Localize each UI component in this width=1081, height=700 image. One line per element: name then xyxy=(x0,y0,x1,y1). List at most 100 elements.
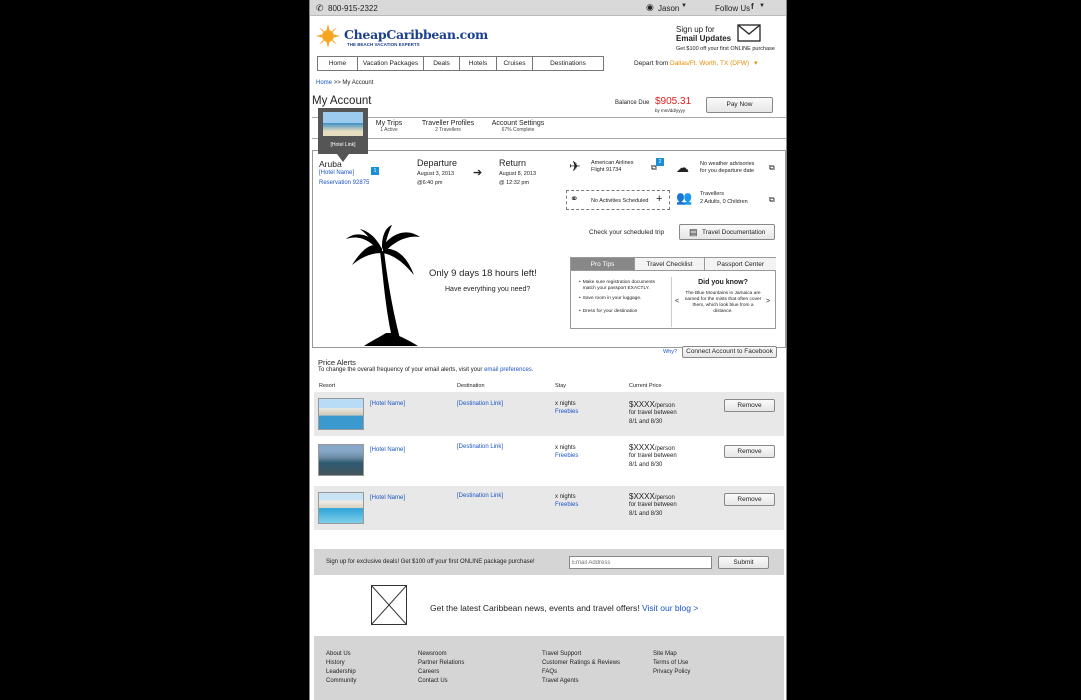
footer-link[interactable]: Partner Relations xyxy=(418,659,464,668)
footer-link[interactable]: Community xyxy=(326,677,356,686)
price-amount: $XXXX xyxy=(629,400,655,409)
activities-box[interactable]: ⚭ No Activities Scheduled + xyxy=(566,190,670,210)
price-per: /person xyxy=(654,403,675,409)
tab-sub: 1 Active xyxy=(380,127,398,133)
footer-link[interactable]: Contact Us xyxy=(418,677,464,686)
weather-line2: for you departure date xyxy=(700,168,755,174)
why-link[interactable]: Why? xyxy=(663,349,677,355)
tab-label: Account Settings xyxy=(491,120,545,127)
plus-icon[interactable]: + xyxy=(656,193,662,205)
nav-vacation-packages[interactable]: Vacation Packages xyxy=(358,57,424,70)
tab-pro-tips[interactable]: Pro Tips xyxy=(571,258,635,271)
chevron-down-icon[interactable]: ▼ xyxy=(759,3,765,9)
connect-facebook-button[interactable]: Connect Account to Facebook xyxy=(682,346,777,358)
footer-link[interactable]: Terms of Use xyxy=(653,659,690,668)
footer-link[interactable]: Site Map xyxy=(653,650,690,659)
trip-hotel-link[interactable]: [Hotel Name] xyxy=(319,170,354,176)
destination-link[interactable]: [Destination Link] xyxy=(457,444,503,450)
signup-offer: Get $100 off your first ONLINE purchase xyxy=(676,46,775,52)
footer-link[interactable]: History xyxy=(326,659,356,668)
facebook-icon[interactable]: f xyxy=(751,2,754,11)
price-line2: 8/1 and 8/30 xyxy=(629,419,663,425)
footer-link[interactable]: Leadership xyxy=(326,668,356,677)
sun-logo-icon[interactable] xyxy=(316,24,340,48)
external-link-icon[interactable]: ⧉ xyxy=(769,195,775,205)
newsletter-text: Sign up for exclusive deals! Get $100 of… xyxy=(326,559,535,565)
footer-link[interactable]: Privacy Policy xyxy=(653,668,690,677)
nav-destinations[interactable]: Destinations xyxy=(533,57,603,70)
follow-us[interactable]: Follow Us xyxy=(715,4,750,13)
travel-documentation-button[interactable]: ▤ Travel Documentation xyxy=(679,224,775,240)
tab-travel-checklist[interactable]: Travel Checklist xyxy=(635,258,705,271)
footer-link[interactable]: About Us xyxy=(326,650,356,659)
breadcrumb-separator: >> xyxy=(333,80,341,86)
reservation-number[interactable]: Reservation 92875 xyxy=(319,180,369,186)
table-row: [Hotel Name] [Destination Link] x nights… xyxy=(314,486,784,530)
submit-button[interactable]: Submit xyxy=(718,556,769,569)
email-input[interactable] xyxy=(569,556,712,569)
signup-line2[interactable]: Email Updates xyxy=(676,34,731,43)
tip-item: • Save room in your luggage. xyxy=(579,296,642,301)
tip-item: • Make sure registration documents match … xyxy=(579,280,659,292)
tab-sub: 67% Complete xyxy=(501,127,535,133)
hotel-name-link[interactable]: [Hotel Name] xyxy=(370,447,405,453)
phone-number[interactable]: 800-915-2322 xyxy=(328,4,378,13)
footer-link[interactable]: Customer Ratings & Reviews xyxy=(542,659,620,668)
price-alerts-title: Price Alerts xyxy=(318,358,356,367)
depart-select[interactable]: Dallas/Ft. Worth, TX (DFW) xyxy=(670,60,749,67)
nav-cruises[interactable]: Cruises xyxy=(497,57,533,70)
price-per: /person xyxy=(654,446,675,452)
nav-home[interactable]: Home xyxy=(318,57,358,70)
user-menu[interactable]: Jason xyxy=(658,4,679,13)
chevron-down-icon[interactable]: ▼ xyxy=(681,3,687,9)
envelope-icon[interactable] xyxy=(737,24,761,42)
activities-text: No Activities Scheduled xyxy=(591,198,649,204)
tab-passport-center[interactable]: Passport Center xyxy=(705,258,776,271)
pay-now-button[interactable]: Pay Now xyxy=(706,97,773,113)
return-time: @ 12:32 pm xyxy=(499,180,530,186)
chevron-down-icon[interactable]: ▾ xyxy=(754,59,758,67)
price-line2: 8/1 and 8/30 xyxy=(629,462,663,468)
chevron-right-icon[interactable]: > xyxy=(766,298,770,305)
footer-link[interactable]: Newsroom xyxy=(418,650,464,659)
footer-link[interactable]: FAQs xyxy=(542,668,620,677)
logo[interactable]: CheapCaribbean.com xyxy=(344,27,488,42)
footer-link[interactable]: Travel Support xyxy=(542,650,620,659)
blog-link[interactable]: Visit our blog > xyxy=(642,603,698,613)
tab-account-settings[interactable]: Account Settings 67% Complete xyxy=(488,120,548,133)
nav-hotels[interactable]: Hotels xyxy=(460,57,497,70)
top-bar: ✆ 800-915-2322 ◉ Jason ▼ Follow Us f ▼ xyxy=(310,0,786,16)
freebies-link[interactable]: Freebies xyxy=(555,502,578,508)
nav-deals[interactable]: Deals xyxy=(424,57,460,70)
resort-thumbnail[interactable] xyxy=(318,398,364,430)
breadcrumb-home[interactable]: Home xyxy=(316,80,332,86)
email-preferences-link[interactable]: email preferences. xyxy=(484,367,533,373)
footer-link[interactable]: Travel Agents xyxy=(542,677,620,686)
hotel-name-link[interactable]: [Hotel Name] xyxy=(370,495,405,501)
tab-traveller-profiles[interactable]: Traveller Profiles 2 Travellers xyxy=(418,120,478,133)
travellers-label: Travellers xyxy=(700,191,724,197)
departure-time: @6:40 pm xyxy=(417,180,443,186)
remove-button[interactable]: Remove xyxy=(724,493,775,506)
hotel-popup[interactable]: [Hotel Link] xyxy=(318,108,368,154)
freebies-link[interactable]: Freebies xyxy=(555,453,578,459)
destination-link[interactable]: [Destination Link] xyxy=(457,401,503,407)
chevron-left-icon[interactable]: < xyxy=(675,298,679,305)
destination-link[interactable]: [Destination Link] xyxy=(457,493,503,499)
price-line1: for travel between xyxy=(629,410,677,416)
table-row: [Hotel Name] [Destination Link] x nights… xyxy=(314,438,784,482)
user-icon: ◉ xyxy=(646,2,654,12)
cloud-icon: ☁ xyxy=(676,160,689,175)
remove-button[interactable]: Remove xyxy=(724,399,775,412)
freebies-link[interactable]: Freebies xyxy=(555,409,578,415)
footer-link[interactable]: Careers xyxy=(418,668,464,677)
resort-thumbnail[interactable] xyxy=(318,492,364,524)
trip-destination: Aruba xyxy=(319,159,342,169)
hotel-link[interactable]: [Hotel Link] xyxy=(318,142,368,148)
external-link-icon[interactable]: ⧉ xyxy=(769,163,775,173)
tab-my-trips[interactable]: My Trips 1 Active xyxy=(370,120,408,133)
resort-thumbnail[interactable] xyxy=(318,444,364,476)
remove-button[interactable]: Remove xyxy=(724,445,775,458)
footer-col-4: Site Map Terms of Use Privacy Policy xyxy=(653,650,690,677)
hotel-name-link[interactable]: [Hotel Name] xyxy=(370,401,405,407)
